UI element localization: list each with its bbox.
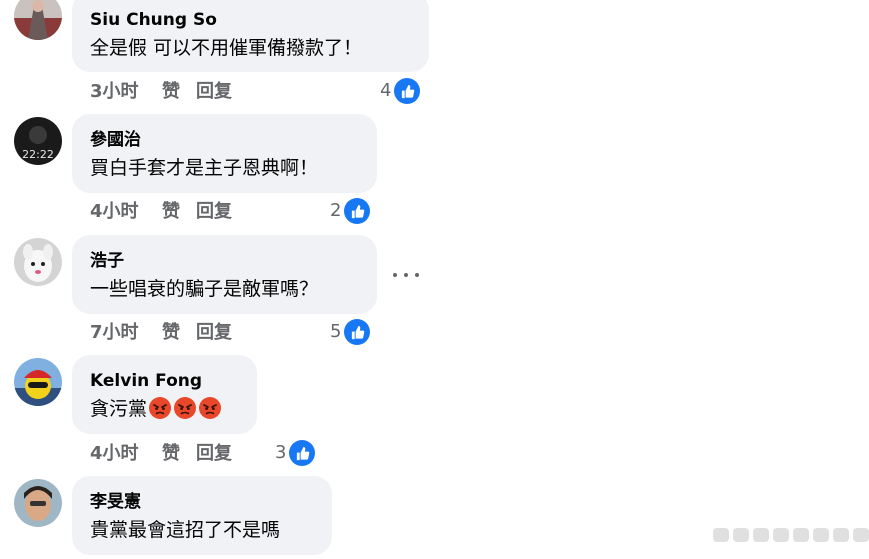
reaction-summary[interactable]: 3 [275, 440, 316, 466]
comment-author[interactable]: Siu Chung So [90, 9, 411, 31]
comment-actions: 7小时赞回复 [90, 322, 256, 344]
angry-face-icon [199, 397, 222, 419]
comment-author[interactable]: Kelvin Fong [90, 370, 239, 392]
angry-face-icon [149, 397, 172, 419]
watermark [713, 528, 869, 542]
thumbs-up-icon [394, 78, 421, 104]
comment-actions: 3小时赞回复 [90, 81, 256, 103]
reaction-count: 5 [330, 321, 342, 342]
reaction-count: 4 [380, 80, 392, 101]
comment-bubble: 李旻憲 貴黨最會這招了不是嗎 [72, 476, 332, 555]
avatar-clock-label: 22:22 [22, 148, 54, 161]
like-button[interactable]: 赞 [162, 443, 196, 465]
like-button[interactable]: 赞 [162, 322, 196, 344]
reply-button[interactable]: 回复 [196, 443, 256, 465]
reply-button[interactable]: 回复 [196, 201, 256, 223]
comment-text: 貴黨最會這招了不是嗎 [90, 519, 281, 541]
comment-author[interactable]: 李旻憲 [90, 491, 314, 513]
comment-text: 一些唱衰的騙子是敵軍嗎？ [90, 278, 319, 300]
comment-timestamp[interactable]: 3小时 [90, 81, 162, 103]
dot-icon [415, 273, 419, 277]
comment-bubble: 浩子 一些唱衰的騙子是敵軍嗎？ [72, 235, 377, 314]
avatar[interactable] [14, 479, 62, 527]
more-options-button[interactable] [393, 265, 419, 285]
comment-thread: Siu Chung So 全是假 可以不用催軍備撥款了！ 3小时赞回复 4 22… [0, 0, 869, 559]
comment-text: 全是假 可以不用催軍備撥款了！ [90, 37, 363, 59]
reply-button[interactable]: 回复 [196, 81, 256, 103]
comment-bubble: Siu Chung So 全是假 可以不用催軍備撥款了！ [72, 0, 429, 72]
comment-text-row: 貪污黨 [90, 396, 239, 422]
thumbs-up-icon [289, 440, 316, 466]
avatar[interactable] [14, 0, 62, 40]
reaction-count: 3 [275, 442, 287, 463]
reaction-summary[interactable]: 5 [330, 319, 371, 345]
angry-face-icon [174, 397, 197, 419]
dot-icon [393, 273, 397, 277]
like-button[interactable]: 赞 [162, 201, 196, 223]
thumbs-up-icon [344, 319, 371, 345]
reply-button[interactable]: 回复 [196, 322, 256, 344]
comment-author[interactable]: 參國治 [90, 129, 359, 151]
reaction-count: 2 [330, 200, 342, 221]
comment-bubble: 參國治 買白手套才是主子恩典啊！ [72, 114, 377, 193]
comment-actions: 4小时赞回复 [90, 443, 256, 465]
reaction-summary[interactable]: 4 [380, 78, 421, 104]
avatar[interactable]: 22:22 [14, 117, 62, 165]
dot-icon [404, 273, 408, 277]
comment-bubble: Kelvin Fong 貪污黨 [72, 355, 257, 434]
reaction-summary[interactable]: 2 [330, 198, 371, 224]
comment-timestamp[interactable]: 4小时 [90, 443, 162, 465]
like-button[interactable]: 赞 [162, 81, 196, 103]
comment-timestamp[interactable]: 4小时 [90, 201, 162, 223]
comment-text: 買白手套才是主子恩典啊！ [90, 157, 319, 179]
comment-actions: 4小时赞回复 [90, 201, 256, 223]
avatar[interactable] [14, 358, 62, 406]
comment-author[interactable]: 浩子 [90, 250, 359, 272]
comment-timestamp[interactable]: 7小时 [90, 322, 162, 344]
avatar[interactable] [14, 238, 62, 286]
thumbs-up-icon [344, 198, 371, 224]
comment-text: 貪污黨 [90, 398, 148, 420]
